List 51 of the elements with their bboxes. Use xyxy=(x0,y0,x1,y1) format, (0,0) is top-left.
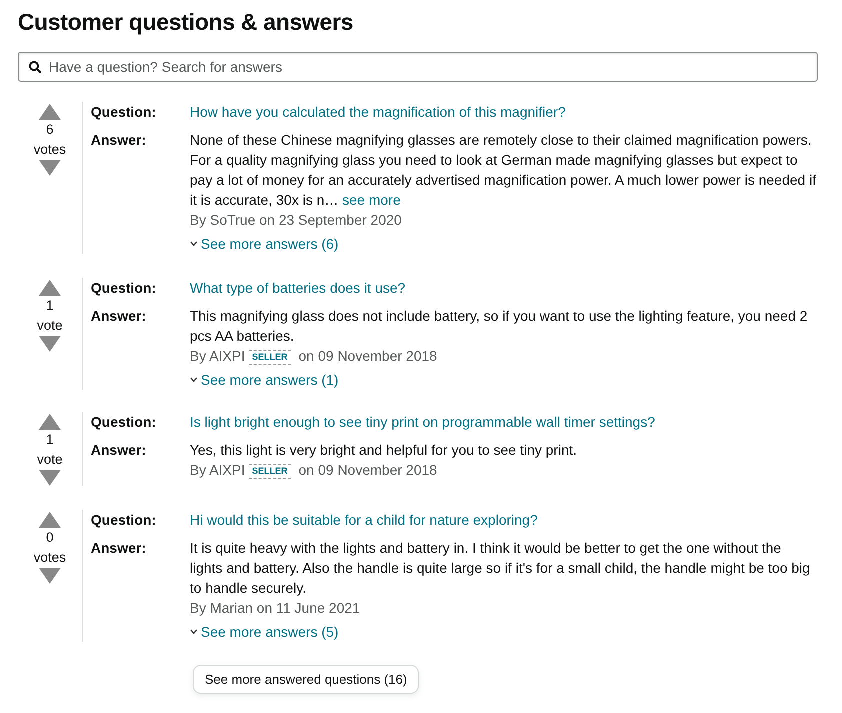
vote-label: vote xyxy=(37,451,63,469)
see-more-answers-link[interactable]: See more answers (1) xyxy=(190,370,339,390)
question-label: Question: xyxy=(91,103,158,122)
upvote-icon[interactable] xyxy=(39,512,61,528)
answer-label: Answer: xyxy=(91,441,148,460)
question-label: Question: xyxy=(91,279,158,298)
question-link[interactable]: Hi would this be suitable for a child for nature exploring? xyxy=(190,510,818,530)
vote-count: 1 xyxy=(46,297,54,315)
answer-byline: By Marian on 11 June 2021 xyxy=(190,600,360,616)
chevron-down-icon xyxy=(190,377,198,383)
question-label: Question: xyxy=(91,511,158,530)
answer-label: Answer: xyxy=(91,539,148,558)
answer-author: By AIXPI xyxy=(190,462,246,478)
vote-label: vote xyxy=(37,317,63,335)
page-title: Customer questions & answers xyxy=(18,8,354,37)
vote-count: 0 xyxy=(46,529,54,547)
answer-label: Answer: xyxy=(91,307,148,326)
answer-author: By AIXPI xyxy=(190,348,246,364)
vote-label: votes xyxy=(34,549,66,567)
answer-date: on 09 November 2018 xyxy=(298,462,438,478)
downvote-icon[interactable] xyxy=(39,470,61,486)
chevron-down-icon xyxy=(190,629,198,635)
downvote-icon[interactable] xyxy=(39,568,61,584)
seller-badge: SELLER xyxy=(249,464,291,479)
see-more-link[interactable]: see more xyxy=(342,192,401,208)
vote-count: 1 xyxy=(46,431,54,449)
upvote-icon[interactable] xyxy=(39,104,61,120)
question-link[interactable]: What type of batteries does it use? xyxy=(190,278,818,298)
answer-byline: By SoTrue on 23 September 2020 xyxy=(190,212,402,228)
vote-count: 6 xyxy=(46,121,54,139)
answer-text: This magnifying glass does not include battery, so if you want to use the lighting feature, you need 2 pcs AA batteries. xyxy=(190,307,809,346)
answer-text: None of these Chinese magnifying glasses are remotely close to their claimed magnification powers. For a quality magnifying glass you need to look at German made magnifying glasses but expect to pay a lot of money for an accurately advertised magnification power. A much lower power is needed if it is accurate, 30x is n… see more xyxy=(190,131,818,210)
see-more-answers-link[interactable]: See more answers (6) xyxy=(190,234,339,254)
answer-text: Yes, this light is very bright and helpful for you to see tiny print. xyxy=(190,441,578,460)
vote-label: votes xyxy=(34,141,66,159)
question-link[interactable]: How have you calculated the magnification of this magnifier? xyxy=(190,102,818,122)
downvote-icon[interactable] xyxy=(39,160,61,176)
answer-label: Answer: xyxy=(91,131,148,150)
search-field[interactable]: Have a question? Search for answers xyxy=(18,52,818,82)
chevron-down-icon xyxy=(190,241,198,247)
question-label: Question: xyxy=(91,413,158,432)
downvote-icon[interactable] xyxy=(39,336,61,352)
question-link[interactable]: Is light bright enough to see tiny print on programmable wall timer settings? xyxy=(190,412,818,432)
answer-text: It is quite heavy with the lights and battery in. I think it would be better to get the one without the lights and battery. Also the handle is quite large so if it's for a small child, the handle might be too big to handle securely. xyxy=(190,539,812,598)
search-icon xyxy=(29,61,42,74)
upvote-icon[interactable] xyxy=(39,280,61,296)
see-more-questions-button[interactable]: See more answered questions (16) xyxy=(193,665,420,694)
upvote-icon[interactable] xyxy=(39,414,61,430)
answer-date: on 09 November 2018 xyxy=(298,348,438,364)
seller-badge: SELLER xyxy=(249,350,291,365)
see-more-answers-link[interactable]: See more answers (5) xyxy=(190,622,339,642)
